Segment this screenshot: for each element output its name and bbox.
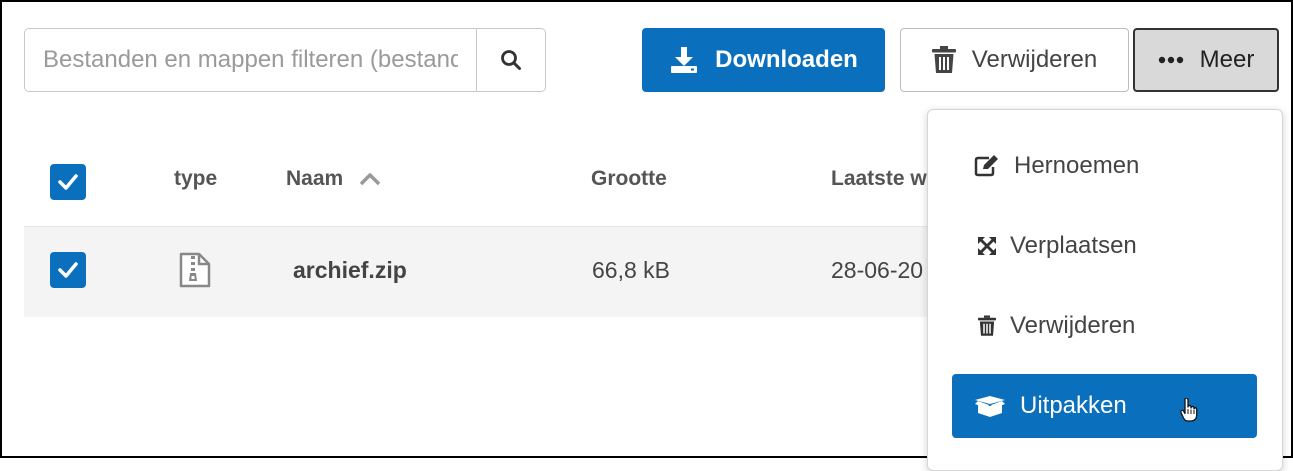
menu-item-delete[interactable]: Verwijderen [952, 294, 1257, 358]
zip-file-icon [179, 252, 211, 293]
column-header-name-label: Naam [286, 167, 344, 190]
column-header-modified[interactable]: Laatste w [831, 167, 927, 191]
box-open-icon [974, 395, 1006, 417]
select-all-checkbox[interactable] [50, 164, 86, 200]
menu-item-label: Hernoemen [1014, 152, 1140, 179]
menu-item-label: Verplaatsen [1010, 232, 1137, 259]
column-header-type[interactable]: type [174, 167, 217, 191]
delete-button[interactable]: Verwijderen [900, 28, 1129, 92]
download-icon [669, 45, 699, 75]
hand-cursor-icon [1180, 397, 1198, 429]
column-header-size[interactable]: Grootte [591, 167, 667, 191]
edit-icon [974, 155, 1000, 177]
menu-item-label: Verwijderen [1010, 312, 1136, 339]
search-input[interactable] [25, 29, 476, 91]
check-icon [58, 174, 78, 190]
menu-item-label: Uitpakken [1020, 392, 1127, 419]
ellipsis-icon [1158, 56, 1184, 64]
more-label: Meer [1199, 46, 1255, 73]
column-header-name[interactable]: Naam [286, 167, 381, 191]
file-size: 66,8 kB [592, 257, 670, 283]
file-modified: 28-06-20 [831, 257, 924, 283]
menu-item-extract[interactable]: Uitpakken [952, 374, 1257, 438]
move-icon [974, 235, 1000, 257]
sort-ascending-icon [359, 173, 381, 186]
more-dropdown-menu: Hernoemen Verplaatsen Verwijderen Uitpak… [927, 109, 1283, 471]
search-button[interactable] [476, 29, 545, 91]
trash-icon [931, 46, 956, 74]
file-name-link[interactable]: archief.zip [293, 257, 407, 284]
menu-item-move[interactable]: Verplaatsen [952, 214, 1257, 278]
delete-label: Verwijderen [971, 46, 1098, 73]
download-button[interactable]: Downloaden [642, 28, 885, 92]
trash-icon [974, 315, 1000, 337]
more-button[interactable]: Meer [1133, 28, 1279, 92]
window-frame: Downloaden Verwijderen Meer [0, 0, 1293, 471]
menu-item-rename[interactable]: Hernoemen [952, 134, 1257, 198]
search-icon [501, 50, 521, 70]
download-label: Downloaden [715, 46, 858, 73]
search-box [24, 28, 546, 92]
table-row[interactable] [24, 226, 928, 317]
check-icon [58, 262, 78, 278]
row-checkbox[interactable] [50, 252, 86, 288]
